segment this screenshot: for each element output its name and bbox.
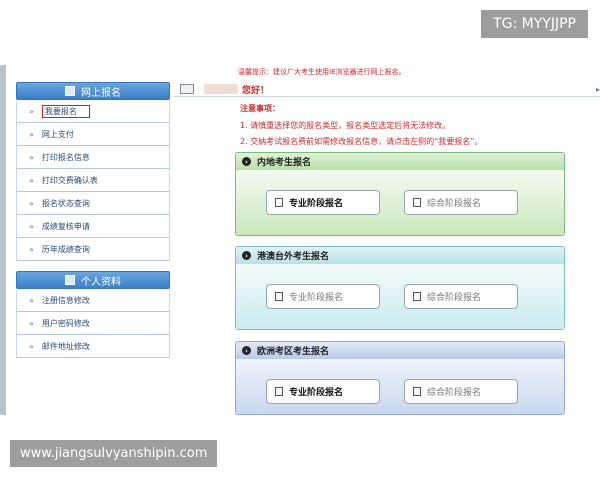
document-icon xyxy=(413,292,421,301)
page: TG: MYYJJPP 温馨提示：建议广大考生使用IE浏览器进行网上报名。 网上… xyxy=(0,0,600,480)
notice-title: 注意事项： xyxy=(240,104,280,113)
section-title: 港澳台外考生报名 xyxy=(257,252,330,262)
button-label: 专业阶段报名 xyxy=(289,388,344,398)
button-label: 专业阶段报名 xyxy=(289,293,344,303)
watermark-top: TG: MYYJJPP xyxy=(481,10,588,38)
comprehensive-stage-button[interactable]: 综合阶段报名 xyxy=(404,379,518,404)
section-body: 专业阶段报名 综合阶段报名 xyxy=(236,264,564,329)
button-label: 专业阶段报名 xyxy=(289,199,344,209)
notice-line-2: 2. 交纳考试报名费前如需修改报名信息，请点击左侧的“我要报名”。 xyxy=(240,137,483,146)
professional-stage-button[interactable]: 专业阶段报名 xyxy=(266,190,380,215)
section-body: 专业阶段报名 综合阶段报名 xyxy=(236,359,564,414)
section-header: › 内地考生报名 xyxy=(236,153,564,170)
professional-stage-button[interactable]: 专业阶段报名 xyxy=(266,284,380,309)
section-header: › 港澳台外考生报名 xyxy=(236,247,564,264)
document-icon xyxy=(275,198,283,207)
button-label: 综合阶段报名 xyxy=(427,293,482,303)
comprehensive-stage-button[interactable]: 综合阶段报名 xyxy=(404,284,518,309)
document-icon xyxy=(413,198,421,207)
section-title: 欧洲考区考生报名 xyxy=(257,347,330,357)
document-icon xyxy=(413,387,421,396)
document-icon xyxy=(275,387,283,396)
mainland-registration-section: › 内地考生报名 专业阶段报名 综合阶段报名 xyxy=(235,152,565,236)
section-header: › 欧洲考区考生报名 xyxy=(236,342,564,359)
notice-line-1: 1. 请慎重选择您的报名类型，报名类型选定后将无法修改。 xyxy=(240,121,451,130)
section-body: 专业阶段报名 综合阶段报名 xyxy=(236,170,564,235)
hk-macau-taiwan-registration-section: › 港澳台外考生报名 专业阶段报名 综合阶段报名 xyxy=(235,246,565,330)
circle-arrow-icon: › xyxy=(242,251,251,260)
comprehensive-stage-button[interactable]: 综合阶段报名 xyxy=(404,190,518,215)
europe-registration-section: › 欧洲考区考生报名 专业阶段报名 综合阶段报名 xyxy=(235,341,565,415)
button-label: 综合阶段报名 xyxy=(427,388,482,398)
professional-stage-button[interactable]: 专业阶段报名 xyxy=(266,379,380,404)
circle-arrow-icon: › xyxy=(242,346,251,355)
watermark-bottom: www.jiangsulvyanshipin.com xyxy=(10,440,218,467)
content-area: 注意事项： 1. 请慎重选择您的报名类型，报名类型选定后将无法修改。 2. 交纳… xyxy=(0,65,600,415)
circle-arrow-icon: › xyxy=(242,157,251,166)
document-icon xyxy=(275,292,283,301)
section-title: 内地考生报名 xyxy=(257,158,312,168)
button-label: 综合阶段报名 xyxy=(427,199,482,209)
